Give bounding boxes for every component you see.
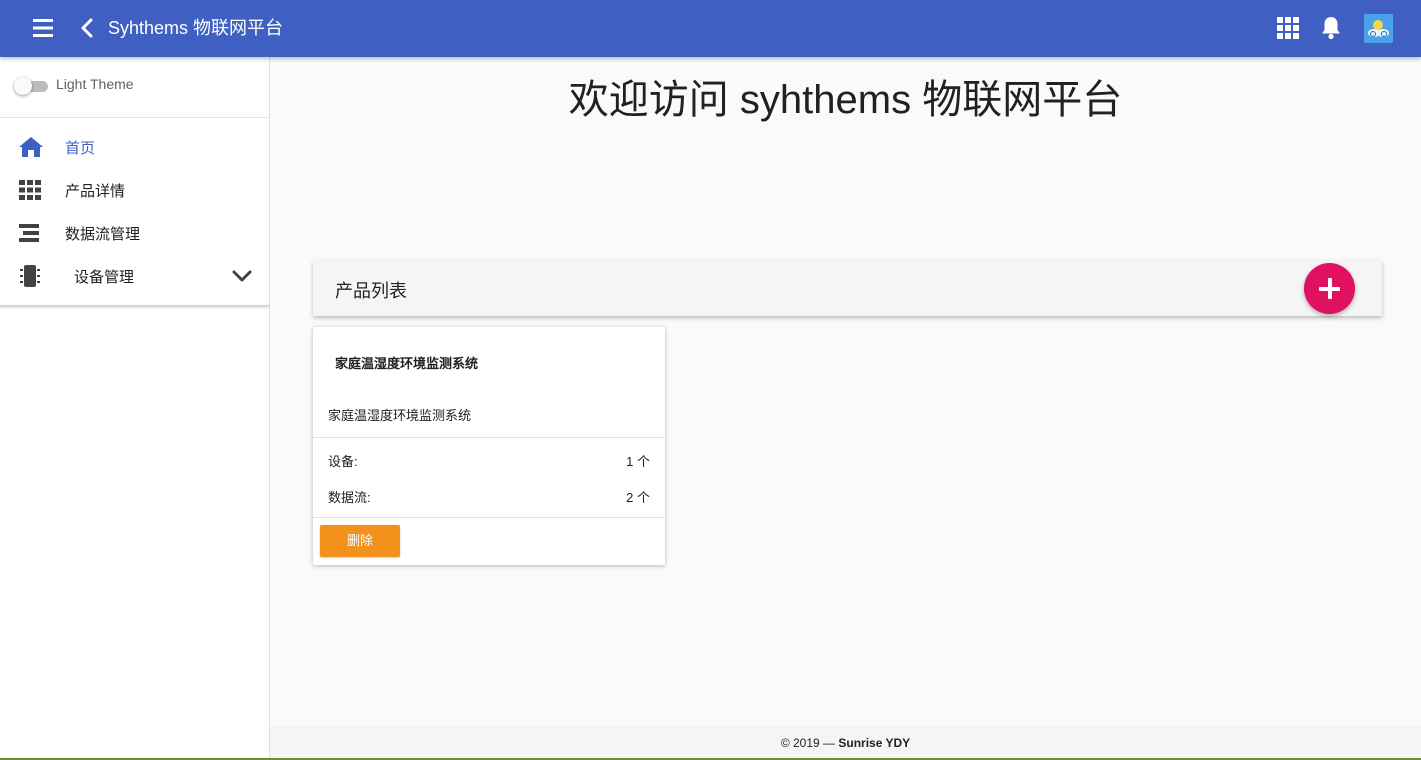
product-card: 家庭温湿度环境监测系统 家庭温湿度环境监测系统 设备: 1 个 数据流: 2 个… [313, 327, 665, 565]
product-list-header: 产品列表 [313, 260, 1382, 316]
theme-toggle-switch[interactable] [14, 77, 48, 95]
devices-label: 设备: [328, 454, 358, 469]
stream-icon [18, 221, 42, 245]
datastreams-row: 数据流: 2 个 [328, 487, 650, 505]
footer-author: Sunrise YDY [838, 736, 911, 750]
main-content: 欢迎访问 syhthems 物联网平台 产品列表 家庭温湿度环境监测系统 家庭温… [270, 57, 1421, 726]
card-divider [313, 517, 665, 518]
theme-toggle-label: Light Theme [56, 76, 134, 92]
datastreams-label: 数据流: [328, 490, 371, 505]
sidebar-item-product-details[interactable]: 产品详情 [0, 168, 269, 211]
back-arrow-icon[interactable] [76, 14, 98, 42]
device-chip-icon [18, 264, 42, 288]
footer: © 2019 — Sunrise YDY [270, 726, 1421, 760]
sidebar-nav: 首页 产品详情 数据流管理 设备管理 [0, 125, 269, 297]
app-bar: Syhthems 物联网平台 [0, 0, 1421, 57]
add-product-button[interactable] [1304, 263, 1355, 314]
sidebar-item-label: 设备管理 [74, 269, 135, 286]
sidebar-item-label: 产品详情 [65, 183, 126, 200]
user-avatar[interactable] [1364, 14, 1393, 43]
sidebar-item-label: 数据流管理 [65, 226, 141, 243]
sidebar-item-home[interactable]: 首页 [0, 125, 269, 168]
sidebar: Light Theme 首页 产品详情 数据流管理 设备管理 [0, 57, 270, 760]
product-description: 家庭温湿度环境监测系统 [328, 408, 472, 423]
devices-count: 1 个 [626, 454, 650, 469]
product-name[interactable]: 家庭温湿度环境监测系统 [335, 353, 478, 372]
menu-icon[interactable] [27, 14, 59, 42]
sidebar-item-label: 首页 [65, 140, 96, 157]
chevron-down-icon[interactable] [230, 264, 254, 288]
datastreams-count: 2 个 [626, 490, 650, 505]
sidebar-item-datastream[interactable]: 数据流管理 [0, 211, 269, 254]
theme-toggle-row: Light Theme [0, 57, 269, 118]
grid-icon [18, 178, 42, 202]
card-divider [313, 437, 665, 438]
sidebar-divider [0, 305, 269, 307]
app-title: Syhthems 物联网平台 [108, 18, 284, 38]
product-list-title: 产品列表 [335, 281, 407, 301]
apps-grid-icon[interactable] [1276, 16, 1300, 40]
devices-row: 设备: 1 个 [328, 451, 650, 469]
home-icon [18, 135, 43, 159]
notification-bell-icon[interactable] [1320, 15, 1342, 41]
footer-copyright: © 2019 — [780, 736, 836, 750]
toggle-thumb [14, 77, 32, 95]
sidebar-item-device-management[interactable]: 设备管理 [0, 254, 269, 297]
welcome-heading: 欢迎访问 syhthems 物联网平台 [568, 78, 1123, 122]
delete-button[interactable]: 删除 [320, 525, 400, 557]
